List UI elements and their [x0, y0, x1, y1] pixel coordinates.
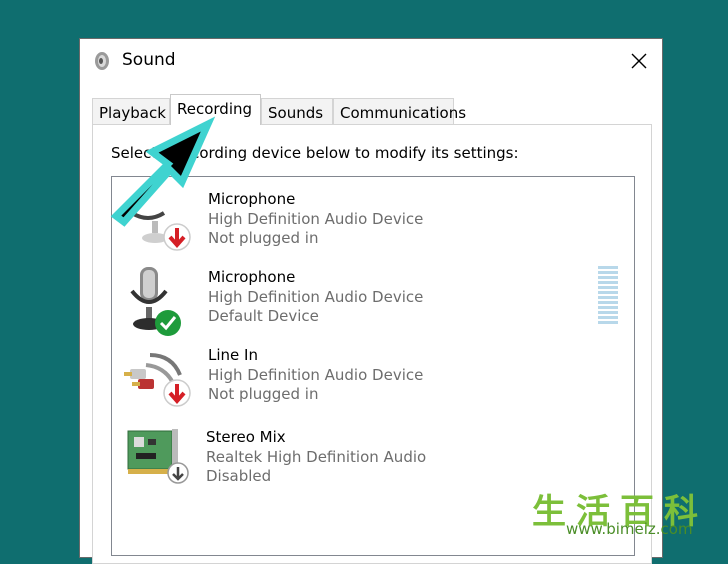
- device-driver: High Definition Audio Device: [208, 365, 424, 384]
- watermark-url: www.bimeiz.com: [566, 520, 693, 538]
- device-name: Microphone: [208, 190, 296, 208]
- device-status: Not plugged in: [208, 385, 319, 403]
- list-item[interactable]: Microphone High Definition Audio Device …: [112, 267, 634, 345]
- close-icon: [631, 53, 647, 69]
- close-button[interactable]: [616, 39, 662, 83]
- speaker-icon: [95, 52, 109, 70]
- sound-card-icon: [127, 429, 189, 484]
- device-driver: Realtek High Definition Audio: [206, 447, 427, 466]
- device-name: Microphone: [208, 268, 296, 286]
- device-name: Line In: [208, 346, 258, 364]
- red-down-arrow-icon: [163, 379, 191, 407]
- device-driver: High Definition Audio Device: [208, 209, 424, 228]
- device-status: Disabled: [206, 467, 272, 485]
- title-bar: Sound: [80, 39, 662, 83]
- microphone-icon: [130, 267, 181, 336]
- tab-communications[interactable]: Communications: [333, 98, 466, 125]
- window-title: Sound: [122, 50, 176, 70]
- device-status: Default Device: [208, 307, 319, 325]
- pointer-arrow-icon: [110, 116, 216, 227]
- device-status: Not plugged in: [208, 229, 319, 247]
- watermark: 生活百科 www.bimeiz.com: [520, 482, 728, 546]
- gray-down-arrow-icon: [167, 462, 189, 484]
- tab-sounds[interactable]: Sounds: [261, 98, 333, 125]
- device-driver: High Definition Audio Device: [208, 287, 424, 306]
- rca-cable-icon: [124, 353, 191, 407]
- list-item[interactable]: Line In High Definition Audio Device Not…: [112, 345, 634, 423]
- green-check-icon: [155, 310, 181, 336]
- device-name: Stereo Mix: [206, 428, 286, 446]
- level-meter: [598, 266, 618, 324]
